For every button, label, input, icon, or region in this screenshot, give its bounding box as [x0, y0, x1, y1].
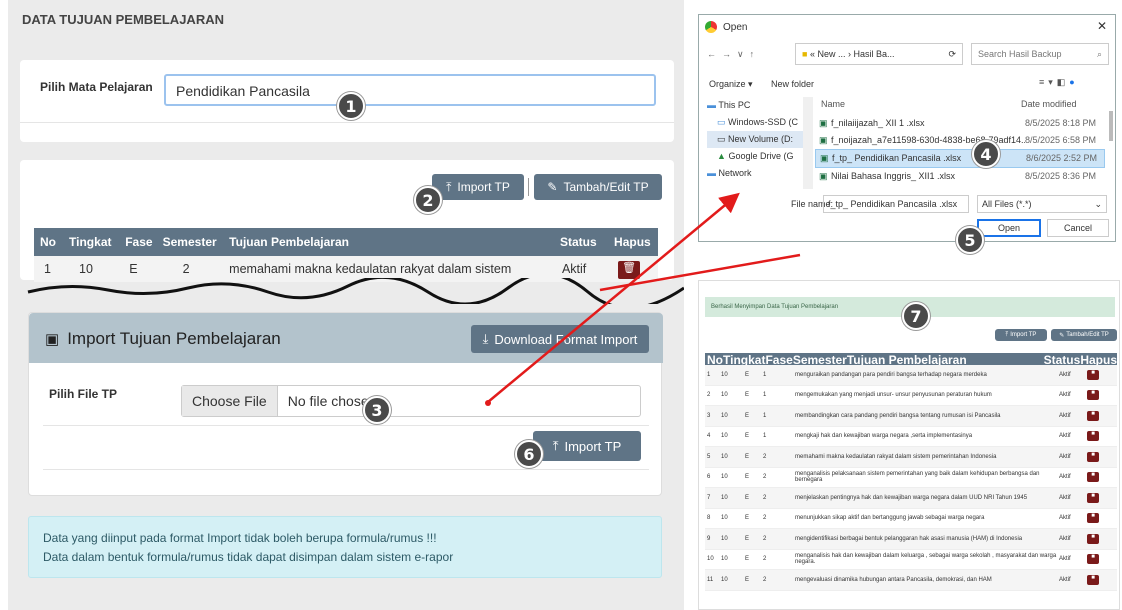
step-badge-5: 5: [956, 226, 984, 254]
step-badge-2: 2: [414, 186, 442, 214]
step-badge-6: 6: [515, 440, 543, 468]
annotation-arrows: [485, 192, 801, 406]
step-badge-3: 3: [363, 396, 391, 424]
arrow-to-dialog: [487, 192, 740, 403]
step-badge-4: 4: [972, 140, 1000, 168]
step-badge-7: 7: [902, 302, 930, 330]
step-badge-1: 1: [337, 92, 365, 120]
arrow-to-result: [599, 253, 801, 292]
